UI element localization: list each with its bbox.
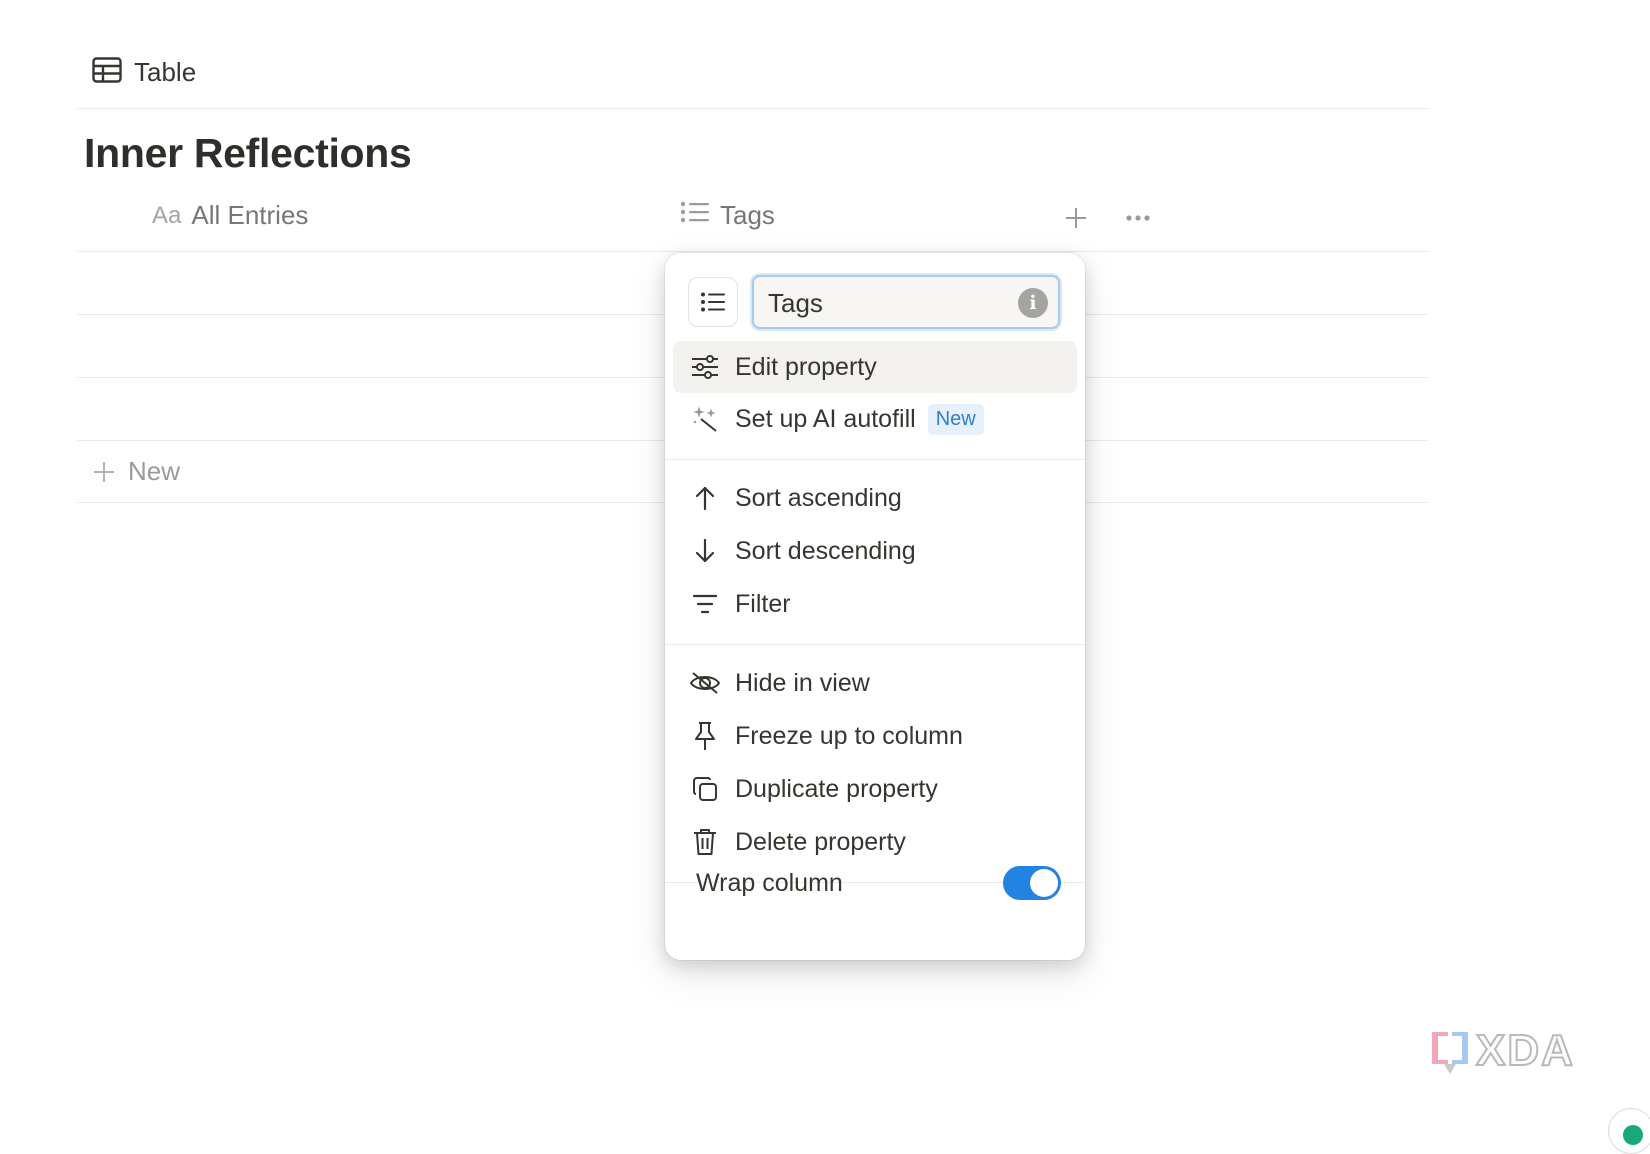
menu-item-freeze-column[interactable]: Freeze up to column	[673, 710, 1077, 762]
more-options-button[interactable]	[1124, 204, 1152, 232]
new-row-label: New	[128, 456, 181, 486]
sparkle-icon	[689, 403, 721, 435]
column-header-all-entries[interactable]: Aa All Entries	[152, 200, 308, 231]
menu-item-edit-property[interactable]: Edit property	[673, 341, 1077, 393]
menu-item-duplicate-property[interactable]: Duplicate property	[673, 763, 1077, 815]
xda-logo-mark	[1432, 1032, 1468, 1074]
arrow-down-icon	[689, 535, 721, 567]
xda-logo: XDA	[1428, 1025, 1575, 1076]
menu-item-filter[interactable]: Filter	[673, 578, 1077, 630]
plus-icon	[94, 461, 114, 482]
column-header-tags[interactable]: Tags	[680, 200, 775, 231]
divider	[77, 108, 1428, 109]
menu-item-label: Hide in view	[735, 668, 870, 697]
property-name-field: i	[752, 275, 1060, 329]
column-header-label: Tags	[720, 200, 775, 230]
new-row-button[interactable]: New	[92, 456, 180, 487]
sliders-icon	[689, 351, 721, 383]
floating-action-button[interactable]	[1608, 1108, 1650, 1154]
menu-item-sort-ascending[interactable]: Sort ascending	[673, 472, 1077, 524]
text-type-icon: Aa	[152, 201, 182, 229]
xda-logo-text: XDA	[1475, 1025, 1575, 1076]
table-icon	[92, 56, 122, 88]
property-menu: i Edit property Set up AI autofill New S…	[665, 253, 1085, 960]
add-property-button[interactable]	[1062, 204, 1090, 232]
more-horizontal-icon	[1126, 215, 1150, 221]
menu-item-label: Sort ascending	[735, 483, 902, 512]
menu-item-label: Duplicate property	[735, 774, 938, 803]
page-title: Inner Reflections	[84, 130, 412, 176]
trash-icon	[689, 826, 721, 858]
menu-item-label: Filter	[735, 589, 791, 618]
wrap-column-row: Wrap column	[696, 858, 1061, 908]
table-row-divider	[77, 251, 1428, 252]
menu-divider	[665, 644, 1085, 645]
property-type-button[interactable]	[688, 277, 738, 327]
toggle-knob	[1030, 869, 1058, 897]
duplicate-icon	[689, 773, 721, 805]
menu-item-label: Freeze up to column	[735, 721, 963, 750]
status-dot	[1623, 1125, 1643, 1145]
menu-item-label: Delete property	[735, 827, 906, 856]
pin-icon	[689, 720, 721, 752]
menu-item-label: Edit property	[735, 352, 877, 381]
menu-item-label: Sort descending	[735, 536, 916, 565]
new-badge: New	[927, 403, 984, 435]
wrap-column-label: Wrap column	[696, 868, 843, 897]
menu-item-ai-autofill[interactable]: Set up AI autofill New	[673, 393, 1077, 445]
filter-icon	[689, 588, 721, 620]
menu-item-hide-in-view[interactable]: Hide in view	[673, 657, 1077, 709]
view-tab-label: Table	[134, 56, 197, 87]
menu-item-label: Set up AI autofill	[735, 404, 916, 433]
wrap-column-toggle[interactable]	[1003, 866, 1061, 900]
column-header-label: All Entries	[191, 200, 309, 230]
list-type-icon	[701, 292, 725, 312]
arrow-up-icon	[689, 482, 721, 514]
view-tab-table[interactable]: Table	[92, 52, 196, 92]
list-type-icon	[680, 200, 710, 231]
plus-icon	[1066, 208, 1086, 228]
menu-item-sort-descending[interactable]: Sort descending	[673, 525, 1077, 577]
info-icon[interactable]: i	[1018, 288, 1048, 318]
eye-off-icon	[689, 667, 721, 699]
menu-divider	[665, 459, 1085, 460]
property-name-input[interactable]	[766, 277, 1010, 329]
